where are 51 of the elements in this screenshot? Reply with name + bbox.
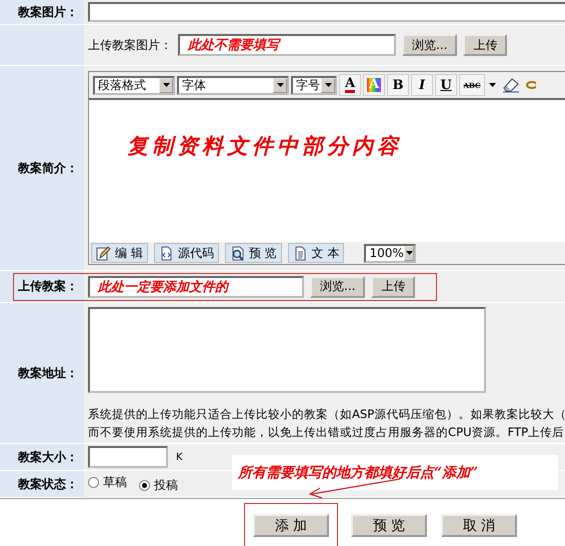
zoom-select[interactable]: 100%	[364, 244, 416, 262]
font-size-select[interactable]: 字号	[291, 76, 337, 94]
radio-button[interactable]	[139, 480, 150, 491]
file-path-field[interactable]: 此处一定要添加文件的	[88, 276, 304, 298]
upload-button[interactable]: 上传	[463, 34, 508, 56]
file-path-field[interactable]: 此处不需要填写	[178, 34, 396, 56]
underline-button[interactable]: U	[435, 74, 457, 96]
pencil-icon	[96, 246, 111, 260]
font-color-button[interactable]: A	[339, 74, 361, 96]
field-label: 教案状态：	[18, 476, 78, 492]
magnifier-file-icon	[230, 246, 245, 260]
help-text: 系统提供的上传功能只适合上传比较小的教案（如ASP源代码压缩包）。如果教案比较大（	[88, 406, 565, 423]
radio-button[interactable]	[88, 477, 99, 488]
annotation-text: 所有需要填写的地方都填好后点“添加”	[238, 464, 478, 482]
caret-icon[interactable]	[489, 82, 496, 88]
dropdown-arrow-icon	[276, 82, 284, 88]
editor-mode-tab[interactable]: 预 览	[224, 243, 282, 263]
address-textarea[interactable]	[88, 307, 486, 393]
action-button[interactable]: 预 览	[351, 514, 427, 537]
editor-content: 复制资料文件中部分内容	[127, 132, 402, 160]
italic-button[interactable]: I	[411, 74, 433, 96]
field-label: 上传教案：	[18, 278, 78, 295]
browse-button[interactable]: 浏览...	[402, 34, 458, 56]
field-label: 教案简介：	[18, 160, 78, 176]
field-label: 教案大小：	[18, 448, 78, 466]
paragraph-format-select[interactable]: 段落格式	[93, 76, 175, 94]
radio-label[interactable]: 投稿	[154, 477, 178, 494]
dropdown-arrow-icon	[162, 82, 170, 88]
eraser-icon[interactable]	[502, 77, 520, 93]
chain-link-icon[interactable]	[526, 79, 536, 91]
font-select[interactable]: 字体	[177, 76, 289, 94]
editor-mode-tab[interactable]: 文 本	[288, 243, 344, 263]
dropdown-arrow-icon	[324, 82, 332, 88]
code-file-icon	[158, 246, 174, 260]
editor-mode-tab[interactable]: 源代码	[154, 243, 219, 263]
upload-button[interactable]: 上传	[371, 276, 416, 298]
image-url-field[interactable]	[88, 2, 565, 22]
editor-mode-tab[interactable]: 编 辑	[91, 243, 148, 263]
action-button[interactable]: 取 消	[441, 514, 517, 537]
action-button[interactable]: 添 加	[253, 514, 329, 537]
field-label: 教案地址：	[18, 364, 78, 382]
dropdown-arrow-icon	[406, 250, 413, 256]
help-text: 而不要使用系统提供的上传功能，以免上传出错或过度占用服务器的CPU资源。FTP上传后	[88, 424, 565, 441]
document-icon	[292, 246, 308, 260]
size-field[interactable]	[88, 446, 168, 468]
field-label: 上传教案图片：	[88, 36, 172, 54]
browse-button[interactable]: 浏览...	[310, 276, 366, 298]
bold-button[interactable]: B	[387, 74, 409, 96]
field-label: 教案图片：	[18, 4, 78, 20]
unit-label: K	[176, 452, 183, 462]
radio-label[interactable]: 草稿	[103, 474, 127, 491]
